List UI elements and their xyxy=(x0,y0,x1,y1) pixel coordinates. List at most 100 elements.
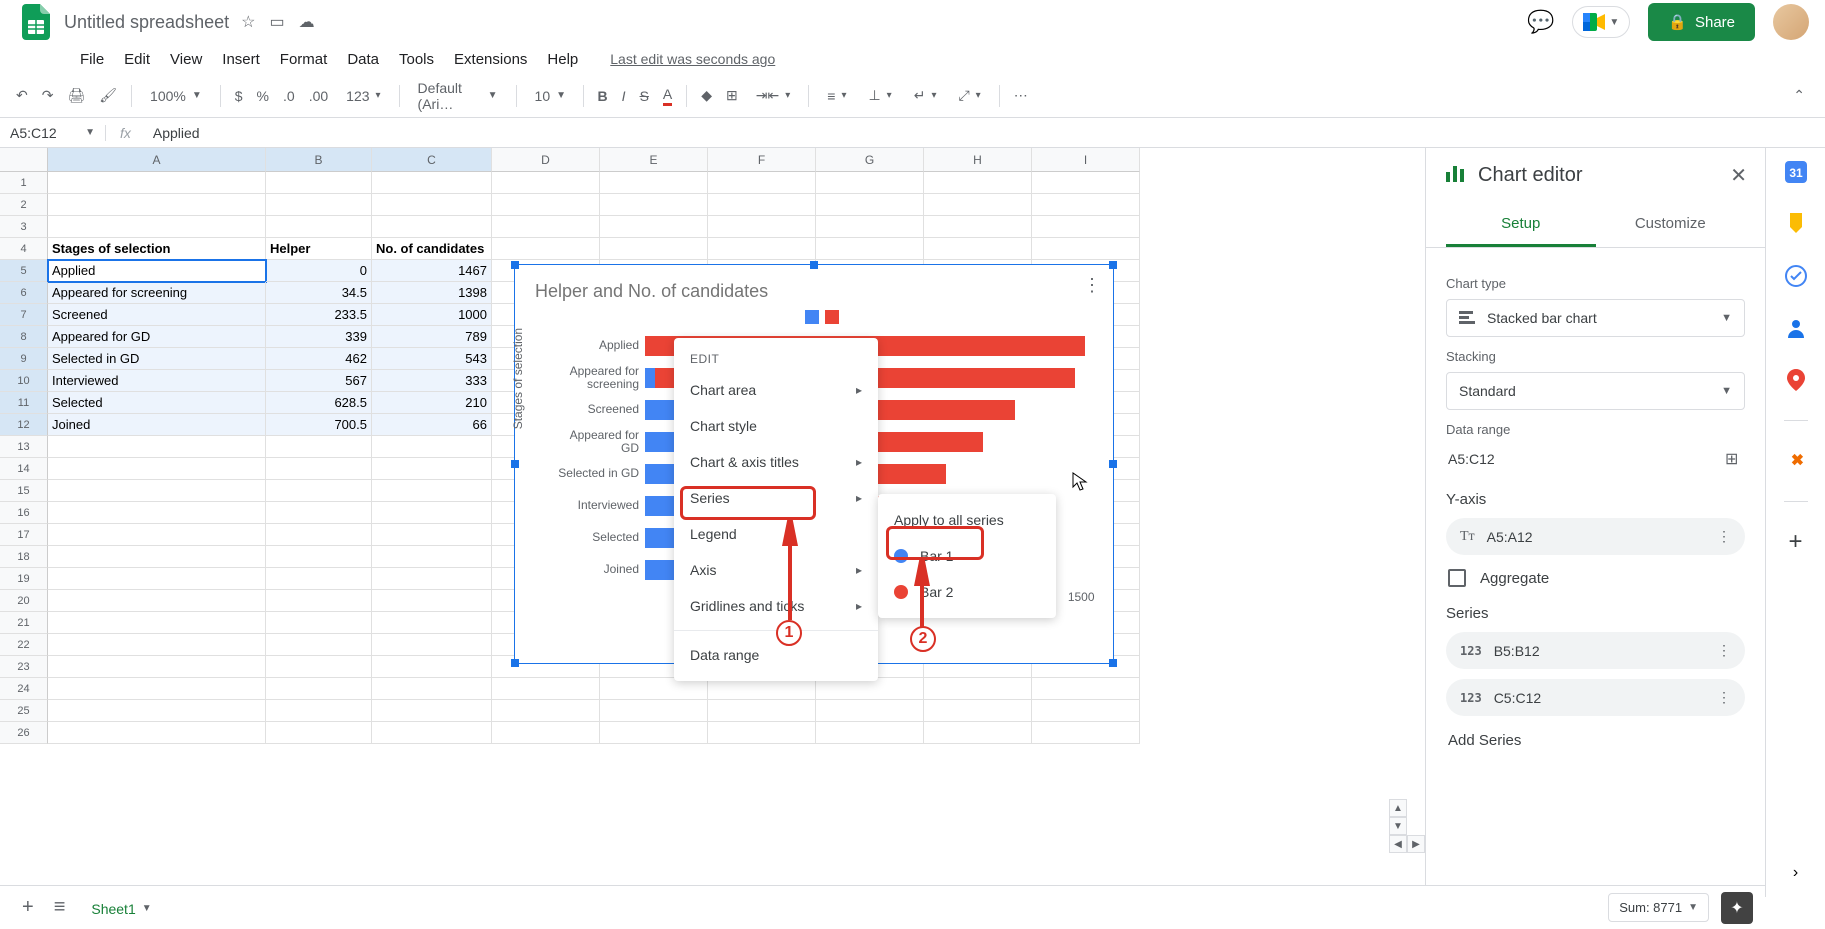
cell-B23[interactable] xyxy=(266,656,372,678)
keep-icon[interactable] xyxy=(1784,212,1808,236)
cell-C21[interactable] xyxy=(372,612,492,634)
cell-E3[interactable] xyxy=(600,216,708,238)
cell-B5[interactable]: 0 xyxy=(266,260,372,282)
cell-D4[interactable] xyxy=(492,238,600,260)
row-header-5[interactable]: 5 xyxy=(0,260,48,282)
cell-B19[interactable] xyxy=(266,568,372,590)
merge-button[interactable]: ⇥⇤▾ xyxy=(746,83,801,108)
context-item-series[interactable]: Series▸ xyxy=(674,480,878,516)
menu-edit[interactable]: Edit xyxy=(116,47,158,72)
cell-G26[interactable] xyxy=(816,722,924,744)
percent-button[interactable]: % xyxy=(251,84,275,108)
select-range-button[interactable]: ⊞ xyxy=(1725,449,1745,469)
currency-button[interactable]: $ xyxy=(229,84,249,108)
cell-B9[interactable]: 462 xyxy=(266,348,372,370)
row-header-16[interactable]: 16 xyxy=(0,502,48,524)
menu-insert[interactable]: Insert xyxy=(214,47,268,72)
cloud-status-icon[interactable]: ☁ xyxy=(299,12,315,32)
cell-C20[interactable] xyxy=(372,590,492,612)
fill-color-button[interactable]: ◆ xyxy=(695,83,718,108)
row-header-18[interactable]: 18 xyxy=(0,546,48,568)
text-color-button[interactable]: A xyxy=(657,82,678,110)
row-header-4[interactable]: 4 xyxy=(0,238,48,260)
cell-C3[interactable] xyxy=(372,216,492,238)
formula-bar[interactable]: Applied xyxy=(145,125,1825,141)
cell-I4[interactable] xyxy=(1032,238,1140,260)
cell-A3[interactable] xyxy=(48,216,266,238)
cell-A4[interactable]: Stages of selection xyxy=(48,238,266,260)
cell-C2[interactable] xyxy=(372,194,492,216)
sheets-logo[interactable] xyxy=(16,2,56,42)
cell-B1[interactable] xyxy=(266,172,372,194)
menu-view[interactable]: View xyxy=(162,47,210,72)
col-header-E[interactable]: E xyxy=(600,148,708,172)
row-header-12[interactable]: 12 xyxy=(0,414,48,436)
row-header-13[interactable]: 13 xyxy=(0,436,48,458)
cell-B17[interactable] xyxy=(266,524,372,546)
cell-A15[interactable] xyxy=(48,480,266,502)
row-header-1[interactable]: 1 xyxy=(0,172,48,194)
col-header-B[interactable]: B xyxy=(266,148,372,172)
cell-B3[interactable] xyxy=(266,216,372,238)
cell-I24[interactable] xyxy=(1032,678,1140,700)
row-header-11[interactable]: 11 xyxy=(0,392,48,414)
row-header-19[interactable]: 19 xyxy=(0,568,48,590)
submenu-series-bar-1[interactable]: Bar 1 xyxy=(878,538,1056,574)
cell-B6[interactable]: 34.5 xyxy=(266,282,372,304)
cell-G2[interactable] xyxy=(816,194,924,216)
calendar-icon[interactable]: 31 xyxy=(1784,160,1808,184)
menu-help[interactable]: Help xyxy=(539,47,586,72)
row-header-10[interactable]: 10 xyxy=(0,370,48,392)
cell-E24[interactable] xyxy=(600,678,708,700)
borders-button[interactable]: ⊞ xyxy=(720,83,744,108)
cell-E1[interactable] xyxy=(600,172,708,194)
cell-E4[interactable] xyxy=(600,238,708,260)
quicksum-display[interactable]: Sum: 8771▼ xyxy=(1608,893,1709,922)
col-header-H[interactable]: H xyxy=(924,148,1032,172)
decrease-decimal-button[interactable]: .0 xyxy=(277,84,301,108)
move-icon[interactable]: ▭ xyxy=(269,12,284,32)
aggregate-checkbox[interactable]: Aggregate xyxy=(1448,569,1743,587)
cell-B15[interactable] xyxy=(266,480,372,502)
cell-C13[interactable] xyxy=(372,436,492,458)
cell-H3[interactable] xyxy=(924,216,1032,238)
wrap-button[interactable]: ↵▾ xyxy=(904,83,947,108)
cell-A5[interactable]: Applied xyxy=(48,260,266,282)
cell-C14[interactable] xyxy=(372,458,492,480)
cell-B25[interactable] xyxy=(266,700,372,722)
row-header-25[interactable]: 25 xyxy=(0,700,48,722)
context-item-chart-area[interactable]: Chart area▸ xyxy=(674,372,878,408)
add-panel-button[interactable]: + xyxy=(1784,530,1808,554)
chart-menu-button[interactable]: ⋮ xyxy=(1083,275,1099,296)
menu-extensions[interactable]: Extensions xyxy=(446,47,535,72)
cell-C11[interactable]: 210 xyxy=(372,392,492,414)
context-item-chart-axis-titles[interactable]: Chart & axis titles▸ xyxy=(674,444,878,480)
cell-A6[interactable]: Appeared for screening xyxy=(48,282,266,304)
cell-B16[interactable] xyxy=(266,502,372,524)
cell-A25[interactable] xyxy=(48,700,266,722)
undo-button[interactable]: ↶ xyxy=(10,83,34,108)
cell-G25[interactable] xyxy=(816,700,924,722)
row-header-22[interactable]: 22 xyxy=(0,634,48,656)
y-axis-range-pill[interactable]: TᴛA5:A12⋮ xyxy=(1446,518,1745,555)
row-header-24[interactable]: 24 xyxy=(0,678,48,700)
cell-E25[interactable] xyxy=(600,700,708,722)
maps-icon[interactable] xyxy=(1784,368,1808,392)
col-header-C[interactable]: C xyxy=(372,148,492,172)
menu-tools[interactable]: Tools xyxy=(391,47,442,72)
row-header-17[interactable]: 17 xyxy=(0,524,48,546)
submenu-apply-all[interactable]: Apply to all series xyxy=(878,502,1056,538)
cell-B11[interactable]: 628.5 xyxy=(266,392,372,414)
col-header-D[interactable]: D xyxy=(492,148,600,172)
cell-B22[interactable] xyxy=(266,634,372,656)
star-icon[interactable]: ☆ xyxy=(241,12,255,32)
cell-B18[interactable] xyxy=(266,546,372,568)
name-box[interactable]: A5:C12▼ xyxy=(0,125,106,141)
cell-G1[interactable] xyxy=(816,172,924,194)
font-select[interactable]: Default (Ari…▼ xyxy=(408,76,508,116)
row-header-7[interactable]: 7 xyxy=(0,304,48,326)
cell-A19[interactable] xyxy=(48,568,266,590)
series-pill-1[interactable]: 123B5:B12⋮ xyxy=(1446,632,1745,669)
tab-customize[interactable]: Customize xyxy=(1596,203,1746,247)
cell-H25[interactable] xyxy=(924,700,1032,722)
